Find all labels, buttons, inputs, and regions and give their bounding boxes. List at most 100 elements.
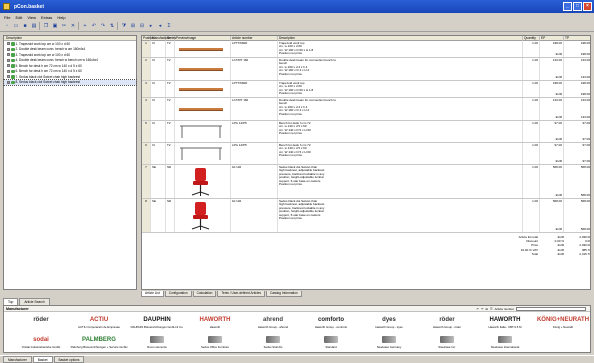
cell-series: T2 — [166, 98, 175, 120]
manufacturer-tabs: Top Article Search — [3, 298, 50, 305]
description-line: Position net price — [279, 182, 303, 187]
manufacturer-logo[interactable]: HAWORTH Haworth Italia - CBT/1.5 M — [472, 314, 538, 332]
paste-icon[interactable]: ▣ — [51, 22, 59, 30]
calc-icon[interactable]: Σ — [165, 22, 173, 30]
currency-label: EUR — [555, 158, 562, 163]
cut-icon[interactable]: ✂ — [60, 22, 68, 30]
back-icon[interactable]: ↶ — [476, 307, 479, 311]
cell-ep: 97.00 EUR — [540, 121, 564, 142]
table-row[interactable]: 5 CI T2 LPG 14/P5 Bench for desk h cm 72 cm. … — [142, 121, 590, 143]
tab-top[interactable]: Top — [3, 298, 19, 305]
logo-mark — [182, 334, 248, 345]
position-net-price: 198.00 — [580, 51, 590, 56]
new-icon[interactable]: ▫ — [3, 22, 11, 30]
manufacturer-logo[interactable]: sodai Orsitai Industriebetriebe GmbH — [8, 334, 74, 352]
description-line: Position net price — [279, 131, 303, 136]
expand-icon[interactable]: + — [7, 42, 10, 46]
manufacturer-logo[interactable]: comforto Haworth Group - comforto — [298, 314, 364, 332]
position-net-price: 133.00 — [580, 74, 590, 79]
manufacturer-logo[interactable]: KÖNIG+NEURATH König + Neurath — [530, 314, 594, 332]
expand-icon[interactable]: + — [7, 75, 10, 79]
undo-icon[interactable]: ↶ — [90, 22, 98, 30]
manufacturer-logo[interactable]: Room elements — [124, 334, 190, 352]
manufacturer-logo[interactable]: Steelcase International — [472, 334, 538, 352]
tab-catalog-information[interactable]: Catalog Information — [265, 291, 302, 297]
tree-item-label: 5. Bench for desk h cm 72 cm w 140 x d 5… — [15, 63, 82, 68]
table-row[interactable]: 6 CI T2 LPG 14/P5 Bench for desk h cm 72 cm. … — [142, 143, 590, 165]
expand-icon[interactable]: ▸ — [147, 22, 155, 30]
expand-icon[interactable]: + — [7, 69, 10, 73]
menu-view[interactable]: View — [27, 15, 36, 20]
cell-previewimage — [175, 81, 231, 97]
close-button[interactable]: × — [583, 2, 592, 11]
expand-icon[interactable]: + — [7, 80, 10, 84]
menu-edit[interactable]: Edit — [15, 15, 22, 20]
copy-icon[interactable]: ❐ — [42, 22, 50, 30]
manufacturer-logo[interactable]: röder Haworth Group - röder — [414, 314, 480, 332]
manufacturer-logo[interactable]: Sedus Office Furniture — [182, 334, 248, 352]
filter-icon[interactable]: ⧩ — [120, 22, 128, 30]
logo-caption: DAUPHIN Büroeinrichtungen GmbH & Co. — [130, 325, 184, 329]
tree-item-selected[interactable]: +8. Sedus black clot Swivel chair high b… — [3, 78, 137, 86]
cell-quantity: 1.00 — [523, 58, 540, 80]
description-line: Position net price — [279, 153, 303, 158]
tab-article-list[interactable]: Article List — [141, 291, 164, 297]
redo-icon[interactable]: ↷ — [99, 22, 107, 30]
table-row[interactable]: 8 SE SD bd 102 Sedus black dot Swivel chair h… — [142, 199, 590, 233]
manufacturer-logo[interactable]: DAUPHIN DAUPHIN Büroeinrichtungen GmbH & … — [124, 314, 190, 332]
sort-icon[interactable]: ⇅ — [108, 22, 116, 30]
group-icon[interactable]: ⊞ — [129, 22, 137, 30]
manufacturer-logo[interactable]: Steelcase Germany — [356, 334, 422, 352]
ungroup-icon[interactable]: ⊟ — [138, 22, 146, 30]
logo-mark: DAUPHIN — [143, 316, 171, 323]
expand-icon[interactable]: + — [7, 47, 10, 51]
currency-label: EUR — [555, 74, 562, 79]
manufacturer-logo[interactable]: HAWORTH Haworth — [182, 314, 248, 332]
tab-basket-options[interactable]: Basket options — [53, 356, 85, 363]
cell-previewimage — [175, 58, 231, 80]
maximize-button[interactable]: □ — [573, 2, 582, 11]
manufacturer-logo[interactable]: röder — [8, 314, 74, 332]
tab-configuration[interactable]: Configuration — [164, 291, 192, 297]
grid-view-icon[interactable]: ⊞ — [485, 307, 488, 311]
tab-calculation[interactable]: Calculation — [192, 291, 217, 297]
app-icon — [3, 3, 10, 10]
list-view-icon[interactable]: ☰ — [490, 307, 493, 311]
manufacturer-logo[interactable]: Sedus Stoll AG — [240, 334, 306, 352]
cell-position: 5 — [142, 121, 151, 142]
manufacturer-logo[interactable]: Standard — [298, 334, 364, 352]
print-icon[interactable]: ▤ — [30, 22, 38, 30]
menu-help[interactable]: Help — [57, 15, 65, 20]
expand-icon[interactable]: + — [7, 58, 10, 62]
delete-icon[interactable]: ✕ — [69, 22, 77, 30]
manufacturer-logo[interactable]: Steelcase Inc. — [414, 334, 480, 352]
menu-extras[interactable]: Extras — [41, 15, 52, 20]
tab-texts[interactable]: Texts / User-defined Articles — [217, 291, 265, 297]
table-row[interactable]: 4 CI T2 LCT/RT 160 Double desk beam for conn… — [142, 98, 590, 121]
article-number-select[interactable] — [516, 307, 586, 311]
tab-manufacturer[interactable]: Manufacturer — [3, 356, 32, 363]
cell-description: Bench for desk h cm 72 cm. w 140 x d 5 x … — [278, 121, 523, 142]
menu-file[interactable]: File — [4, 15, 10, 20]
logo-caption: Steelcase International — [490, 345, 520, 349]
insert-icon[interactable]: + — [81, 22, 89, 30]
manufacturer-logo[interactable]: ACTIU ACTIU Corporación de Empresas — [66, 314, 132, 332]
manufacturer-logo[interactable]: dyes Haworth Group - dyes — [356, 314, 422, 332]
tab-article-search[interactable]: Article Search — [19, 298, 50, 305]
expand-icon[interactable]: + — [7, 53, 10, 57]
save-icon[interactable]: ■ — [21, 22, 29, 30]
table-row[interactable]: 1 CI T2 LPTT/660D Trapezoid work top cm. w 10… — [142, 41, 590, 58]
manufacturer-logo[interactable]: PALMBERG Palmberg Büroeinrichtungen + Ser… — [66, 334, 132, 352]
expand-icon[interactable]: + — [7, 64, 10, 68]
logo-mark: ACTIU — [89, 316, 109, 323]
tab-basket[interactable]: Basket — [32, 356, 53, 363]
table-row[interactable]: 3 CI T2 LPTT/660D Trapezoid work top cm. w 10… — [142, 81, 590, 98]
manufacturer-logo[interactable]: ahrend Haworth Group - ahrend — [240, 314, 306, 332]
menu-bar: File Edit View Extras Help — [0, 13, 594, 21]
minimize-button[interactable]: _ — [563, 2, 572, 11]
open-icon[interactable]: ▭ — [12, 22, 20, 30]
table-row[interactable]: 7 SE SD bd 102 Sedus black dot Swivel chair h… — [142, 165, 590, 199]
forward-icon[interactable]: ↷ — [481, 307, 484, 311]
table-row[interactable]: 2 CI T2 LCT/RT 160 Double desk beam for conn… — [142, 58, 590, 81]
collapse-icon[interactable]: ◂ — [156, 22, 164, 30]
